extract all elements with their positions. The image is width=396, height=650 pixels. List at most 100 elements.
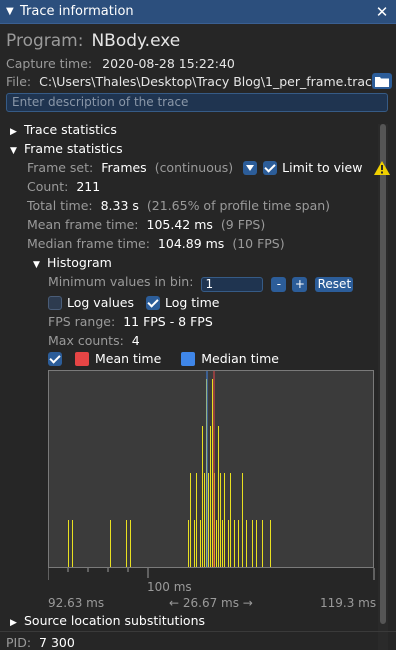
section-label: Histogram bbox=[47, 255, 112, 270]
median-frame-time-value: 104.89 ms bbox=[157, 236, 225, 251]
median-time-label: Median time bbox=[201, 351, 279, 366]
median-time-swatch[interactable] bbox=[181, 352, 196, 366]
program-row: Program: NBody.exe bbox=[6, 31, 180, 51]
histogram-bar bbox=[68, 520, 69, 567]
section-label: Trace statistics bbox=[24, 122, 117, 137]
pid-row: PID: 7 300 bbox=[6, 635, 75, 650]
mean-frame-time-value: 105.42 ms bbox=[146, 217, 213, 232]
max-counts-value: 4 bbox=[131, 333, 140, 348]
histogram-svg bbox=[68, 371, 375, 567]
mean-time-label: Mean time bbox=[94, 351, 162, 366]
count-row: Count: 211 bbox=[27, 179, 100, 194]
fps-range-value: 11 FPS - 8 FPS bbox=[123, 314, 213, 329]
pid-value: 7 300 bbox=[39, 635, 75, 650]
median-fps: (10 FPS) bbox=[232, 236, 285, 251]
mean-frame-time-label: Mean frame time: bbox=[27, 217, 139, 232]
scrollbar-thumb[interactable] bbox=[380, 124, 386, 624]
capture-time-label: Capture time: bbox=[6, 56, 93, 71]
mean-frame-time-row: Mean frame time: 105.42 ms (9 FPS) bbox=[27, 217, 265, 232]
section-histogram[interactable]: ▼ Histogram bbox=[33, 255, 112, 270]
window-title-bar[interactable]: ▼ Trace information ✕ bbox=[0, 0, 396, 24]
histogram-bar bbox=[220, 473, 221, 567]
section-frame-statistics[interactable]: ▼ Frame statistics bbox=[10, 141, 123, 156]
histogram-bar bbox=[224, 473, 225, 567]
legend-row: Mean time Median time bbox=[48, 351, 279, 366]
file-path: C:\Users\Thales\Desktop\Tracy Blog\1_per… bbox=[39, 74, 380, 89]
frame-set-label: Frame set: bbox=[27, 160, 94, 175]
histogram-bar bbox=[216, 520, 217, 567]
program-label: Program: bbox=[6, 31, 84, 51]
open-folder-button[interactable] bbox=[372, 73, 392, 89]
description-input[interactable]: Enter description of the trace bbox=[6, 93, 388, 112]
histogram-bar bbox=[204, 473, 205, 567]
min-values-label: Minimum values in bin: bbox=[48, 274, 194, 289]
histogram-bar bbox=[270, 520, 271, 567]
program-name: NBody.exe bbox=[91, 31, 181, 51]
file-label: File: bbox=[6, 74, 32, 89]
axis-left-label: 92.63 ms bbox=[48, 596, 105, 610]
mean-time-swatch[interactable] bbox=[74, 352, 89, 366]
log-values-checkbox[interactable] bbox=[48, 296, 62, 310]
frame-set-dropdown-icon[interactable] bbox=[243, 161, 258, 175]
count-label: Count: bbox=[27, 179, 69, 194]
total-time-percent: (21.65% of profile time span) bbox=[146, 198, 331, 213]
histogram-bar bbox=[190, 473, 191, 567]
min-values-row: Minimum values in bin: 1 - + Reset bbox=[48, 274, 354, 292]
max-counts-label: Max counts: bbox=[48, 333, 124, 348]
histogram-bar bbox=[212, 379, 213, 567]
fps-range-row: FPS range: 11 FPS - 8 FPS bbox=[48, 314, 213, 329]
capture-time-row: Capture time: 2020-08-28 15:22:40 bbox=[6, 56, 235, 71]
histogram-bar bbox=[130, 520, 131, 567]
log-options-row: Log values Log time bbox=[48, 295, 220, 310]
decrement-button[interactable]: - bbox=[271, 277, 287, 292]
histogram-bar bbox=[234, 520, 235, 567]
section-source-location[interactable]: ▶ Source location substitutions bbox=[10, 613, 205, 628]
log-time-label: Log time bbox=[164, 295, 220, 310]
limit-to-view-checkbox[interactable] bbox=[263, 161, 278, 175]
total-time-value: 8.33 s bbox=[100, 198, 139, 213]
collapse-arrow-icon[interactable]: ▼ bbox=[6, 6, 20, 17]
histogram-bar bbox=[72, 520, 73, 567]
divider bbox=[0, 631, 396, 632]
close-icon[interactable]: ✕ bbox=[374, 3, 390, 21]
pid-label: PID: bbox=[6, 635, 32, 650]
section-label: Frame statistics bbox=[24, 141, 123, 156]
collapse-arrow-icon: ▼ bbox=[33, 260, 40, 270]
histogram-bar bbox=[256, 520, 257, 567]
limit-to-view-label: Limit to view bbox=[282, 160, 363, 175]
expand-arrow-icon: ▶ bbox=[10, 618, 17, 628]
fps-range-label: FPS range: bbox=[48, 314, 116, 329]
histogram-bar bbox=[228, 520, 229, 567]
histogram-plot[interactable] bbox=[48, 370, 375, 568]
histogram-bar bbox=[208, 473, 209, 567]
trace-information-window: ▼ Trace information ✕ Program: NBody.exe … bbox=[0, 0, 396, 650]
histogram-bar bbox=[194, 520, 195, 567]
histogram-bar bbox=[196, 473, 197, 567]
histogram-bar bbox=[210, 426, 211, 567]
min-values-input[interactable]: 1 bbox=[201, 277, 264, 292]
show-markers-checkbox[interactable] bbox=[48, 352, 62, 366]
histogram-bar bbox=[246, 520, 247, 567]
total-time-label: Total time: bbox=[27, 198, 93, 213]
histogram-axis bbox=[48, 568, 375, 580]
histogram-bar bbox=[230, 473, 231, 567]
histogram-bar bbox=[222, 520, 223, 567]
median-frame-time-row: Median frame time: 104.89 ms (10 FPS) bbox=[27, 236, 285, 251]
file-row: File: C:\Users\Thales\Desktop\Tracy Blog… bbox=[6, 74, 379, 89]
reset-button[interactable]: Reset bbox=[315, 277, 354, 292]
capture-time-value: 2020-08-28 15:22:40 bbox=[102, 56, 235, 71]
frame-set-mode: (continuous) bbox=[154, 160, 234, 175]
histogram-bar bbox=[238, 520, 239, 567]
axis-mid-label: 100 ms bbox=[147, 580, 192, 594]
axis-right-label: 119.3 ms bbox=[320, 596, 377, 610]
median-frame-time-label: Median frame time: bbox=[27, 236, 150, 251]
increment-button[interactable]: + bbox=[292, 277, 308, 292]
frame-set-value: Frames bbox=[101, 160, 147, 175]
histogram-bar bbox=[126, 520, 127, 567]
expand-arrow-icon: ▶ bbox=[10, 127, 17, 137]
total-time-row: Total time: 8.33 s (21.65% of profile ti… bbox=[27, 198, 330, 213]
log-time-checkbox[interactable] bbox=[145, 296, 160, 310]
warning-icon bbox=[374, 161, 391, 175]
section-trace-statistics[interactable]: ▶ Trace statistics bbox=[10, 122, 117, 137]
collapse-arrow-icon: ▼ bbox=[10, 146, 17, 156]
